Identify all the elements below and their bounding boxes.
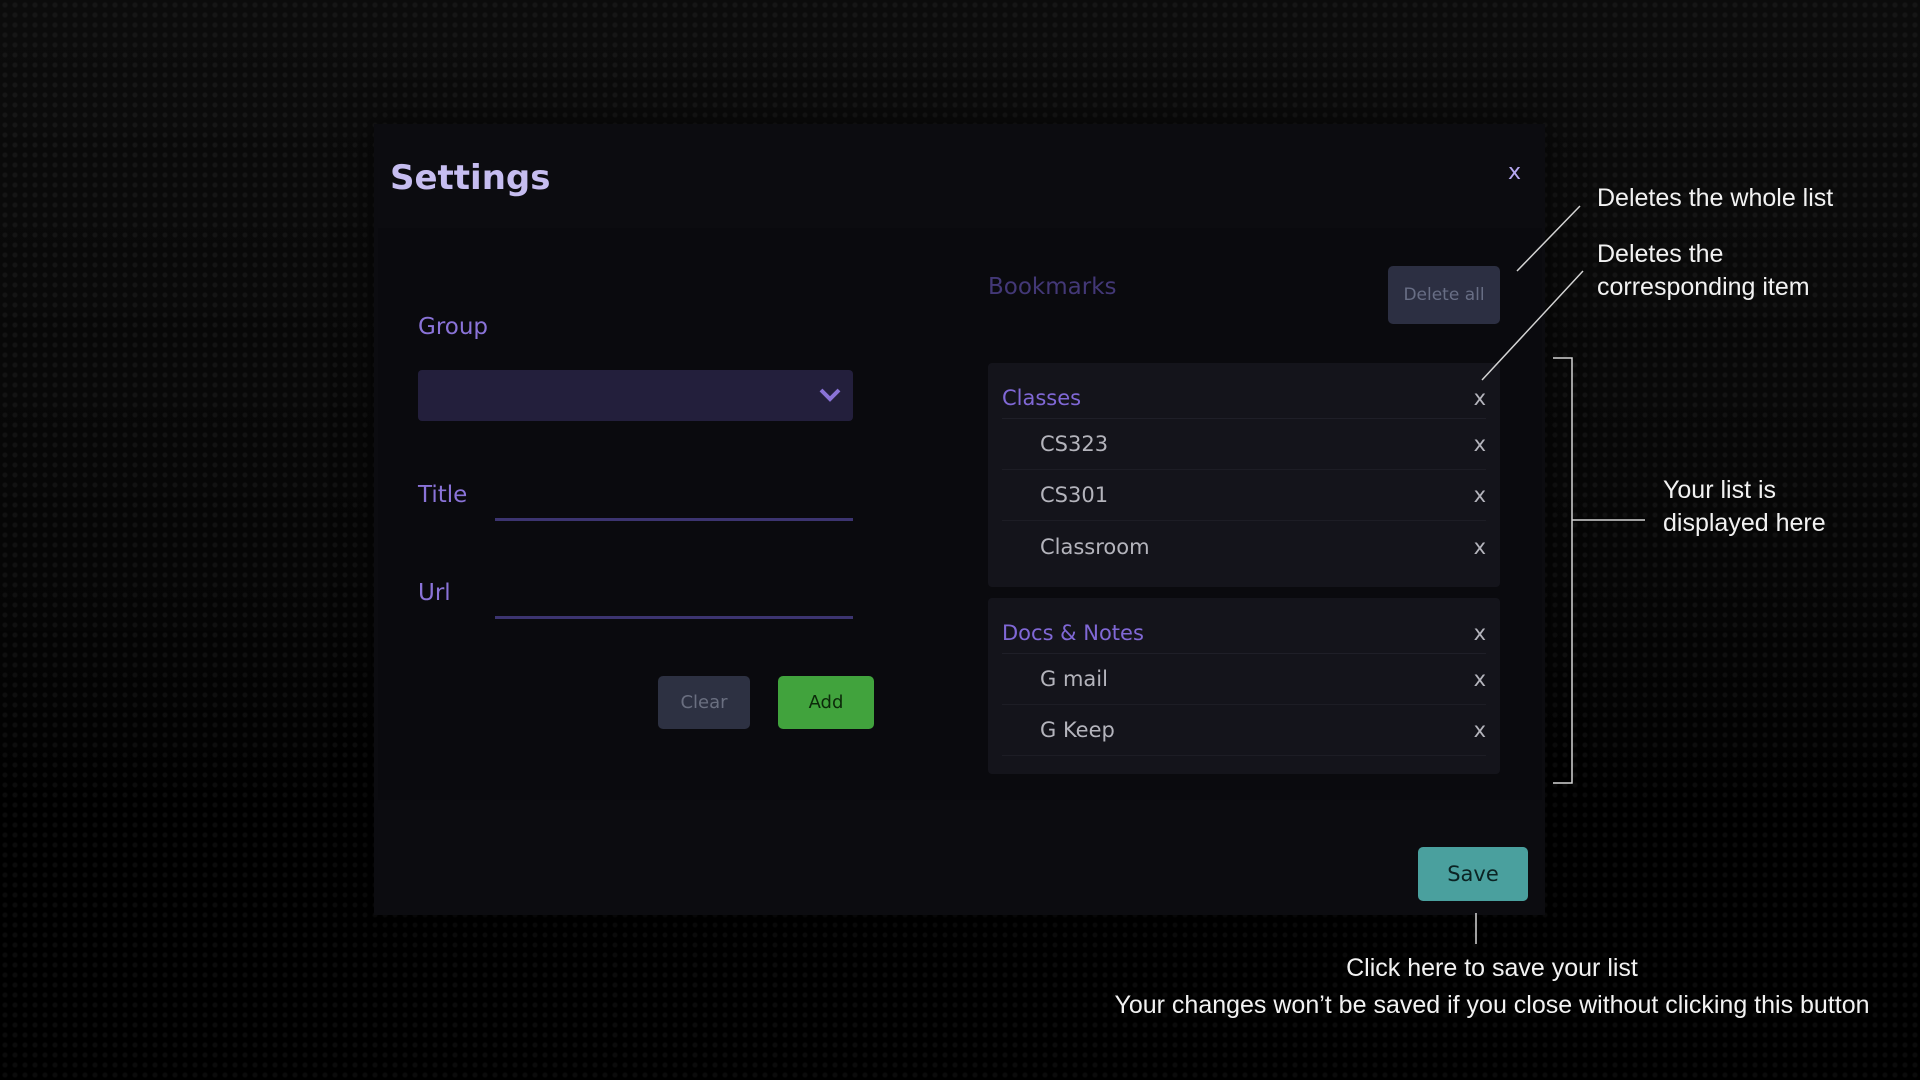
delete-item-icon[interactable]: x	[1474, 770, 1486, 775]
delete-item-icon[interactable]: x	[1474, 718, 1486, 742]
bookmark-name[interactable]: CS301	[1002, 483, 1108, 507]
bookmark-name[interactable]: G Keep	[1002, 718, 1115, 742]
list-item: G Keep x	[1002, 705, 1486, 756]
list-item: x	[1002, 756, 1486, 775]
title-input[interactable]	[495, 470, 853, 521]
bookmark-group-classes: Classes x CS323 x CS301 x Classroom x	[988, 363, 1500, 587]
annotation-delete-all: Deletes the whole list	[1597, 184, 1834, 212]
group-header: Classes x	[1002, 363, 1486, 419]
bookmark-name[interactable]: G mail	[1002, 667, 1108, 691]
add-button[interactable]: Add	[778, 676, 874, 729]
list-item: G mail x	[1002, 654, 1486, 705]
delete-item-icon[interactable]: x	[1474, 483, 1486, 507]
annotation-line: Deletes the	[1597, 240, 1724, 268]
annotation-delete-item: Deletes the corresponding item	[1597, 238, 1810, 304]
url-input[interactable]	[495, 568, 853, 619]
list-item: CS301 x	[1002, 470, 1486, 521]
annotation-line: Your list is	[1663, 476, 1777, 504]
annotation-line: Your changes won’t be saved if you close…	[1114, 991, 1870, 1019]
delete-all-button[interactable]: Delete all	[1388, 266, 1500, 324]
annotation-list: Your list is displayed here	[1663, 474, 1826, 540]
bookmark-group-docs: Docs & Notes x G mail x G Keep x x	[988, 598, 1500, 774]
group-select[interactable]	[418, 370, 853, 421]
chevron-down-icon	[819, 388, 841, 402]
clear-button[interactable]: Clear	[658, 676, 750, 729]
list-item: Classroom x	[1002, 521, 1486, 572]
annotation-save: Click here to save your list Your change…	[1097, 952, 1887, 1022]
bookmark-name[interactable]: Classroom	[1002, 535, 1150, 559]
annotation-line: corresponding item	[1597, 273, 1810, 301]
delete-item-icon[interactable]: x	[1474, 667, 1486, 691]
save-button[interactable]: Save	[1418, 847, 1528, 901]
annotation-line: Click here to save your list	[1346, 954, 1638, 982]
url-label: Url	[418, 580, 451, 606]
list-bracket	[1553, 357, 1573, 784]
annotation-line: displayed here	[1663, 509, 1826, 537]
title-label: Title	[418, 482, 468, 508]
list-item: CS323 x	[1002, 419, 1486, 470]
group-name: Docs & Notes	[1002, 621, 1144, 645]
group-name: Classes	[1002, 386, 1082, 410]
bookmark-name[interactable]: CS323	[1002, 432, 1108, 456]
group-label: Group	[418, 314, 489, 340]
delete-item-icon[interactable]: x	[1474, 535, 1486, 559]
delete-item-icon[interactable]: x	[1474, 432, 1486, 456]
delete-group-icon[interactable]: x	[1474, 386, 1486, 410]
close-icon[interactable]: x	[1508, 160, 1521, 185]
modal-title: Settings	[390, 158, 551, 198]
delete-group-icon[interactable]: x	[1474, 621, 1486, 645]
bookmarks-heading: Bookmarks	[988, 274, 1117, 300]
group-header: Docs & Notes x	[1002, 598, 1486, 654]
